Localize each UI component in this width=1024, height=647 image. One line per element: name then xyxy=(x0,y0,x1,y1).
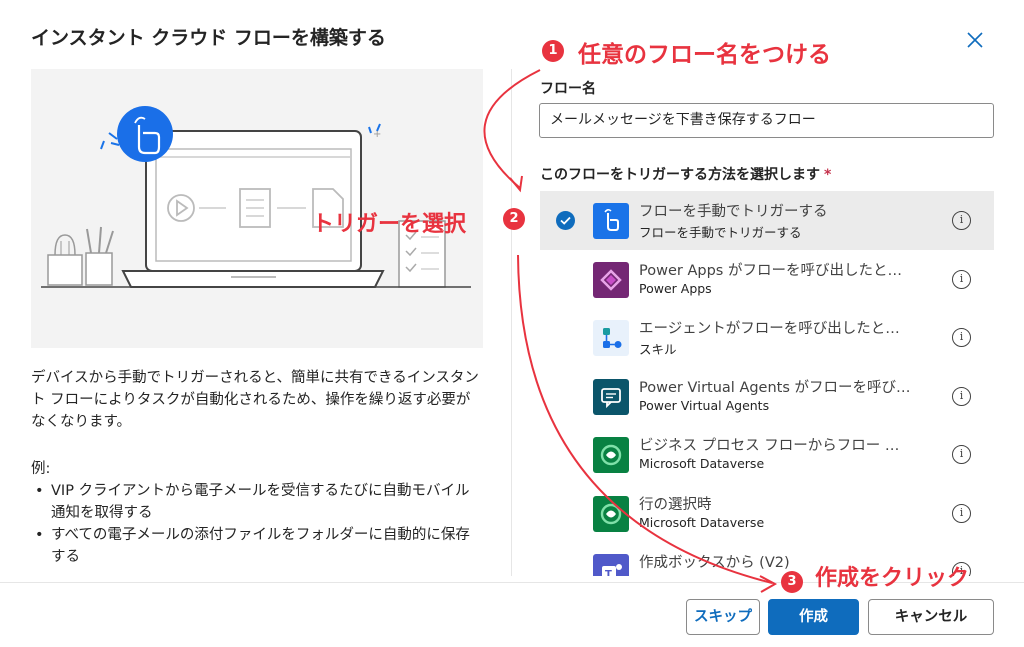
trigger-item-manual[interactable]: フローを手動でトリガーする フローを手動でトリガーする i xyxy=(540,191,994,250)
examples-section: 例: VIP クライアントから電子メールを受信するたびに自動モバイル通知を取得す… xyxy=(31,458,481,568)
trigger-connector: Power Apps xyxy=(639,280,712,296)
close-icon[interactable] xyxy=(962,27,988,53)
info-icon[interactable]: i xyxy=(952,211,971,230)
trigger-name: Power Virtual Agents がフローを呼び… xyxy=(639,379,911,396)
info-icon[interactable]: i xyxy=(952,328,971,347)
touch-icon xyxy=(593,203,629,239)
examples-heading: 例: xyxy=(31,461,51,477)
step3-badge: 3 xyxy=(781,571,803,593)
skill-icon xyxy=(593,320,629,356)
selected-check-icon xyxy=(556,211,575,230)
trigger-item-row-selected[interactable]: 行の選択時 Microsoft Dataverse i xyxy=(540,484,994,543)
step3-annotation: 作成をクリック xyxy=(815,566,970,591)
dialog-title: インスタント クラウド フローを構築する xyxy=(31,27,386,49)
pva-icon xyxy=(593,378,629,415)
trigger-item-pva[interactable]: Power Virtual Agents がフローを呼び… Power Virt… xyxy=(540,367,994,426)
trigger-item-business-process[interactable]: ビジネス プロセス フローからフロー … Microsoft Dataverse… xyxy=(540,425,994,484)
trigger-connector: Microsoft Dataverse xyxy=(639,456,765,471)
example-item: すべての電子メールの添付ファイルをフォルダーに自動的に保存する xyxy=(31,524,481,568)
trigger-item-agent[interactable]: エージェントがフローを呼び出したと… スキル i xyxy=(540,308,994,367)
step2-annotation: トリガーを選択 xyxy=(312,212,467,237)
dataverse-icon xyxy=(593,437,629,473)
trigger-connector: Microsoft Dataverse xyxy=(639,514,765,530)
info-icon[interactable]: i xyxy=(952,269,971,289)
step1-badge: 1 xyxy=(542,40,564,62)
trigger-label: このフローをトリガーする方法を選択します * xyxy=(540,164,831,184)
trigger-connector: フローを手動でトリガーする xyxy=(639,225,802,240)
info-icon[interactable]: i xyxy=(952,386,971,406)
example-item: VIP クライアントから電子メールを受信するたびに自動モバイル通知を取得する xyxy=(31,480,481,524)
step1-annotation: 任意のフロー名をつける xyxy=(578,42,831,68)
power-apps-icon xyxy=(593,261,629,298)
trigger-connector: Power Virtual Agents xyxy=(639,397,770,413)
trigger-item-power-apps[interactable]: Power Apps がフローを呼び出したと… Power Apps i xyxy=(540,250,994,309)
trigger-name: フローを手動でトリガーする xyxy=(639,204,828,220)
required-mark: * xyxy=(824,167,832,183)
svg-text:T: T xyxy=(605,569,612,576)
trigger-name: ビジネス プロセス フローからフロー … xyxy=(639,438,900,454)
trigger-label-text: このフローをトリガーする方法を選択します xyxy=(540,167,820,183)
skip-button[interactable]: スキップ xyxy=(686,599,760,635)
build-flow-dialog: インスタント クラウド フローを構築する + デバイスから手動でトリガーされると… xyxy=(0,0,1024,647)
cancel-button[interactable]: キャンセル xyxy=(868,599,994,635)
trigger-name: エージェントがフローを呼び出したと… xyxy=(639,321,900,337)
flow-name-label: フロー名 xyxy=(540,81,596,97)
examples-list: VIP クライアントから電子メールを受信するたびに自動モバイル通知を取得する す… xyxy=(31,480,481,568)
svg-text:+: + xyxy=(373,129,381,140)
trigger-connector: スキル xyxy=(639,342,677,357)
flow-name-input[interactable]: メールメッセージを下書き保存するフロー xyxy=(539,103,994,138)
dialog-description: デバイスから手動でトリガーされると、簡単に共有できるインスタント フローによりタ… xyxy=(31,370,479,430)
info-icon[interactable]: i xyxy=(952,503,971,523)
panel-divider xyxy=(511,69,512,576)
dataverse-icon xyxy=(593,495,629,532)
step2-badge: 2 xyxy=(503,208,525,230)
trigger-name: 行の選択時 xyxy=(639,496,712,513)
create-button[interactable]: 作成 xyxy=(768,599,859,635)
trigger-name: Power Apps がフローを呼び出したと… xyxy=(639,262,902,279)
trigger-list: フローを手動でトリガーする フローを手動でトリガーする i Power Apps… xyxy=(540,191,994,576)
teams-icon: T xyxy=(593,554,629,576)
info-icon[interactable]: i xyxy=(952,445,971,464)
